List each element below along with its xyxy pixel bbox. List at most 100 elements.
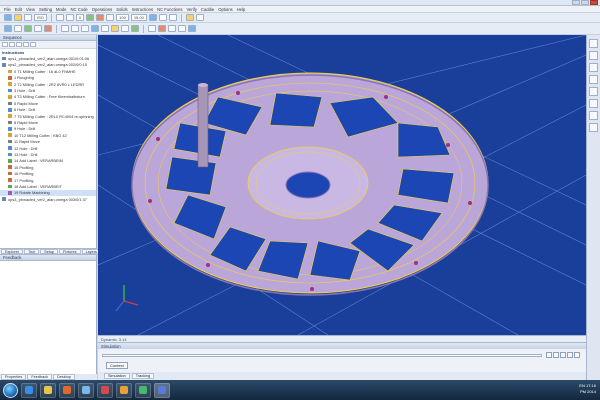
language-indicator[interactable]: EN — [579, 383, 585, 388]
stop-icon[interactable] — [574, 352, 580, 358]
line-icon[interactable] — [24, 25, 32, 32]
label-icon — [8, 184, 12, 189]
rotate-icon — [8, 190, 12, 195]
feedback-area[interactable] — [0, 261, 96, 377]
menu-help[interactable]: Help — [237, 7, 246, 12]
menu-caddie[interactable]: Caddie — [201, 7, 214, 12]
view-cube-icon[interactable] — [589, 39, 598, 48]
value-select[interactable]: 15.00 — [130, 14, 147, 21]
taskbar-app[interactable] — [40, 382, 56, 398]
undo-icon[interactable] — [55, 14, 64, 21]
front-view-icon[interactable] — [71, 25, 79, 32]
machine-icon[interactable] — [148, 25, 156, 32]
menu-options[interactable]: Options — [218, 7, 232, 12]
zoom-out-icon[interactable] — [589, 63, 598, 72]
tab-explorer[interactable]: Explorer — [1, 249, 24, 254]
menu-edit[interactable]: Edit — [15, 7, 22, 12]
rotate-icon[interactable] — [158, 14, 167, 21]
simulation-slider[interactable] — [102, 354, 542, 357]
menu-nc-code[interactable]: NC Code — [71, 7, 88, 12]
tree-item[interactable]: 4 T3 Milling Cutter : Free Kleemhalbstur… — [0, 94, 96, 100]
layer-select[interactable]: 0 — [75, 14, 85, 21]
menu-nc-functions[interactable]: NC Functions — [157, 7, 182, 12]
light-icon[interactable] — [185, 14, 194, 21]
menu-file[interactable]: File — [4, 7, 11, 12]
menu-view[interactable]: View — [26, 7, 35, 12]
play-icon[interactable] — [560, 352, 566, 358]
top-view-icon[interactable] — [61, 25, 69, 32]
tree-item[interactable]: 2 T2 Milling Cutter : 2R2 6VR0 L LEDRR — [0, 81, 96, 87]
start-button[interactable] — [3, 382, 18, 398]
rotate-icon[interactable] — [589, 87, 598, 96]
tree-item[interactable]: ops3_pinnacled_ver2_alan.omega 003/0/1:3… — [0, 196, 96, 202]
close-button[interactable] — [590, 0, 598, 5]
stock-icon[interactable] — [158, 25, 166, 32]
tab-setup[interactable]: Setup — [40, 249, 59, 254]
step-back-icon[interactable] — [553, 352, 559, 358]
new-file-icon[interactable] — [4, 14, 12, 21]
minimize-button[interactable] — [572, 0, 580, 5]
taskbar-app[interactable] — [21, 382, 37, 398]
expand-icon[interactable] — [30, 42, 36, 47]
taskbar-app-active[interactable] — [154, 382, 170, 398]
section-icon[interactable] — [121, 25, 129, 32]
menu-setting[interactable]: Setting — [39, 7, 52, 12]
app-icon — [101, 386, 109, 394]
side-view-icon[interactable] — [81, 25, 89, 32]
view-icon[interactable] — [148, 14, 157, 21]
menu-solids[interactable]: Solids — [116, 7, 127, 12]
fixture-icon[interactable] — [168, 25, 176, 32]
menu-operations[interactable]: Operations — [92, 7, 112, 12]
taskbar-app[interactable] — [59, 382, 75, 398]
render-icon[interactable] — [589, 111, 598, 120]
zoom-icon[interactable] — [106, 14, 115, 21]
tab-tracking[interactable]: Tracking — [131, 373, 155, 379]
tab-fixtures[interactable]: Fixtures — [59, 249, 81, 254]
simulate-icon[interactable] — [188, 25, 196, 32]
iso-view-icon[interactable] — [91, 25, 99, 32]
tool-icon[interactable] — [96, 14, 105, 21]
zoom-in-icon[interactable] — [589, 51, 598, 60]
context-button[interactable]: Context — [106, 362, 128, 369]
pan-icon[interactable] — [589, 75, 598, 84]
taskbar-app[interactable] — [135, 382, 151, 398]
section-icon[interactable] — [589, 123, 598, 132]
view-select[interactable]: ISO — [34, 14, 47, 21]
move-down-icon[interactable] — [23, 42, 29, 47]
step-forward-icon[interactable] — [567, 352, 573, 358]
maximize-button[interactable] — [581, 0, 589, 5]
menu-verify[interactable]: Verify — [186, 7, 196, 12]
select-icon[interactable] — [4, 25, 12, 32]
redo-icon[interactable] — [65, 14, 74, 21]
tree-item[interactable]: ops1_pinnacled_ver2_alan.omega 001/0:01:… — [0, 55, 96, 61]
measure-icon[interactable] — [131, 25, 139, 32]
taskbar-app[interactable] — [116, 382, 132, 398]
pan-icon[interactable] — [168, 14, 177, 21]
toolpath-icon[interactable] — [178, 25, 186, 32]
circle-icon[interactable] — [44, 25, 52, 32]
3d-viewport[interactable] — [98, 35, 586, 335]
taskbar-app[interactable] — [78, 382, 94, 398]
tab-tool[interactable]: Tool — [24, 249, 40, 254]
tab-simulation[interactable]: Simulation — [104, 373, 130, 379]
move-up-icon[interactable] — [16, 42, 22, 47]
taskbar-app[interactable] — [97, 382, 113, 398]
menu-instructions[interactable]: Instructions — [132, 7, 153, 12]
fit-icon[interactable] — [195, 14, 204, 21]
open-folder-icon[interactable] — [14, 14, 22, 21]
zoom-select[interactable]: 100 — [116, 14, 129, 21]
tree-item[interactable]: 7 T5 Milling Cutter : 2RL0 RC4004 re-spi… — [0, 113, 96, 119]
point-icon[interactable] — [14, 25, 22, 32]
arc-icon[interactable] — [34, 25, 42, 32]
menu-mode[interactable]: Mode — [56, 7, 66, 12]
delete-op-icon[interactable] — [9, 42, 15, 47]
shade-icon[interactable] — [101, 25, 109, 32]
fit-all-icon[interactable] — [589, 99, 598, 108]
wireframe-icon[interactable] — [111, 25, 119, 32]
save-icon[interactable] — [24, 14, 32, 21]
tree-item[interactable]: ops2_pinnacled_ver2_alan.omega 002/0/0:1… — [0, 62, 96, 68]
clock-time[interactable]: 17:16 — [586, 383, 596, 388]
rewind-icon[interactable] — [546, 352, 552, 358]
grid-icon[interactable] — [86, 14, 95, 21]
add-op-icon[interactable] — [2, 42, 8, 47]
